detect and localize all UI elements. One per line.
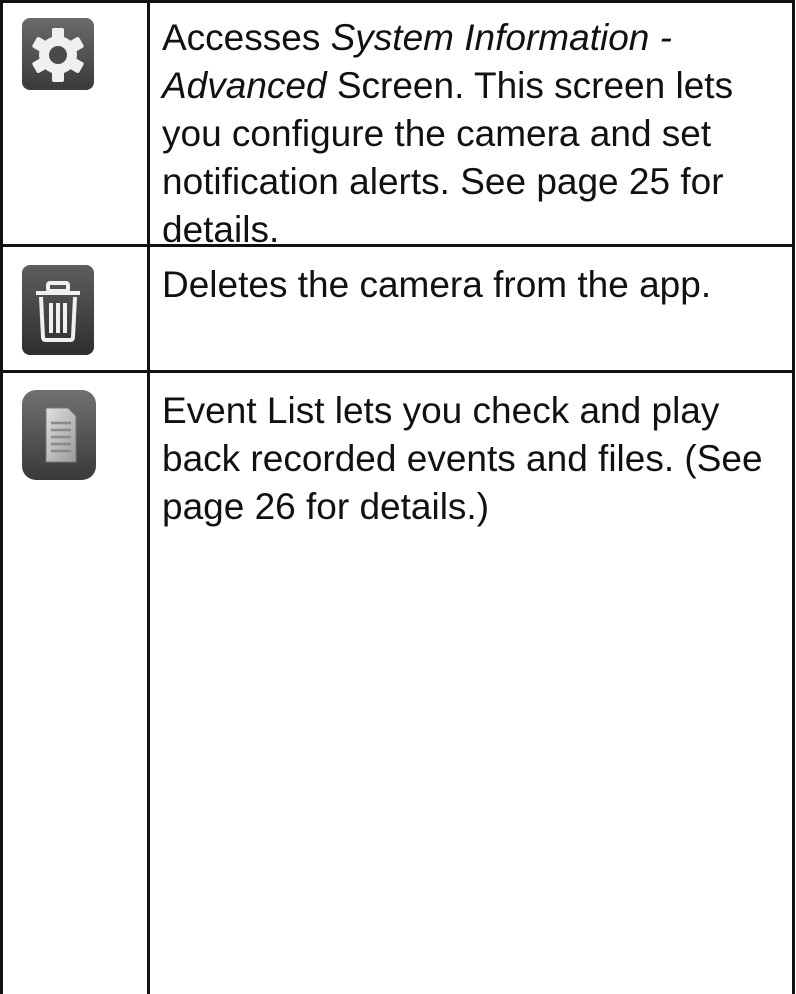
table-row-event-list: Event List lets you check and play back … xyxy=(0,373,795,994)
trash-icon xyxy=(22,265,94,355)
icon-cell xyxy=(3,373,147,994)
icon-cell xyxy=(3,247,147,370)
description-text: Accesses xyxy=(162,17,331,58)
event-list-description: Event List lets you check and play back … xyxy=(162,390,763,527)
settings-description: Accesses System Information - Advanced S… xyxy=(162,14,777,254)
document-icon xyxy=(22,390,96,480)
table-row-delete: Deletes the camera from the app. xyxy=(0,247,795,370)
gear-icon xyxy=(22,18,94,90)
table-row-settings: Accesses System Information - Advanced S… xyxy=(0,0,795,250)
icon-cell xyxy=(3,0,147,244)
icon-description-table: Accesses System Information - Advanced S… xyxy=(0,0,796,994)
delete-description: Deletes the camera from the app. xyxy=(162,264,712,305)
